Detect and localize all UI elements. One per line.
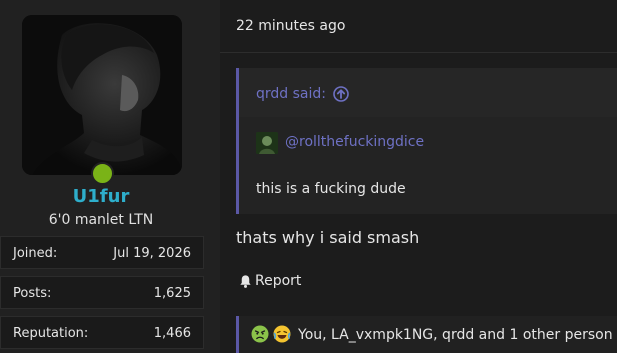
user-title: 6'0 manlet LTN [48, 212, 154, 228]
stat-posts: Posts: 1,625 [0, 276, 204, 309]
arrow-up-circle-icon[interactable] [333, 86, 349, 102]
stat-joined: Joined: Jul 19, 2026 [0, 236, 204, 269]
stat-value: Jul 19, 2026 [113, 246, 191, 261]
online-status-indicator [91, 162, 114, 185]
reactions-text[interactable]: You, LA_vxmpk1NG, qrdd and 1 other perso… [298, 327, 613, 343]
stat-value: 1,466 [153, 326, 191, 341]
avatar-image [22, 15, 182, 175]
embed-avatar [256, 132, 278, 154]
quote-header: qrdd said: [239, 68, 617, 117]
bell-icon [240, 274, 251, 288]
stat-reputation: Reputation: 1,466 [0, 316, 204, 349]
stat-label: Reputation: [13, 326, 89, 341]
quote-text: this is a fucking dude [256, 181, 406, 197]
embed-mention-link[interactable]: @rollthefuckingdice [285, 134, 424, 150]
divider [220, 52, 617, 53]
report-label: Report [255, 273, 302, 289]
laughing-face-icon [273, 325, 291, 343]
angry-face-icon [251, 325, 269, 343]
user-avatar[interactable] [22, 15, 182, 175]
reaction-icons [251, 325, 291, 343]
quote-author-label: qrdd said: [256, 86, 326, 102]
post-body: thats why i said smash [236, 228, 420, 247]
user-pane: U1fur 6'0 manlet LTN Joined: Jul 19, 202… [0, 0, 220, 353]
post-timestamp[interactable]: 22 minutes ago [236, 18, 345, 34]
post-main: 22 minutes ago qrdd said: @rollthefuckin… [220, 0, 617, 353]
stat-label: Joined: [13, 246, 58, 261]
stat-label: Posts: [13, 286, 52, 301]
userpane-arrow [206, 28, 220, 52]
reactions-bar[interactable]: You, LA_vxmpk1NG, qrdd and 1 other perso… [236, 316, 617, 353]
quote-author-link[interactable]: qrdd said: [256, 86, 349, 102]
report-button[interactable]: Report [238, 273, 301, 289]
username[interactable]: U1fur [0, 186, 202, 207]
quote-block: qrdd said: @rollthefuckingdice this is a… [236, 68, 617, 214]
stat-value[interactable]: 1,625 [154, 286, 191, 301]
